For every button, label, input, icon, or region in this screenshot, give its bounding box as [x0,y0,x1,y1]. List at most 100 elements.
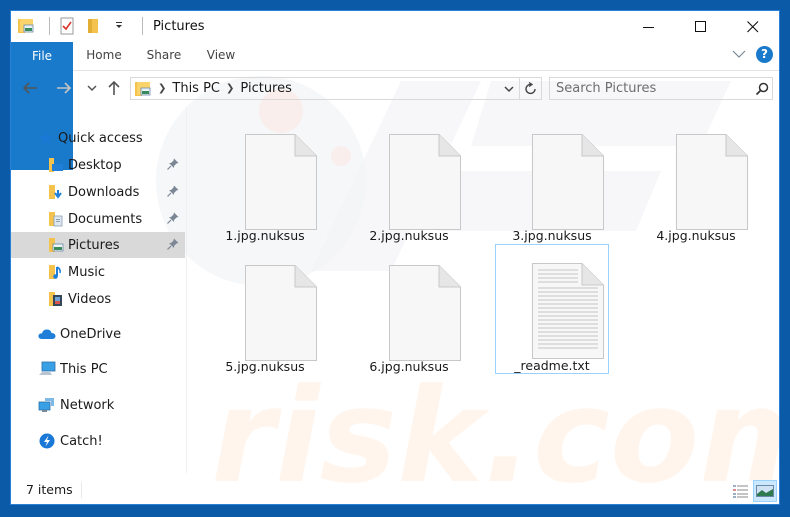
breadcrumb-this-pc[interactable]: This PC [172,81,220,96]
nav-item-label: Pictures [68,237,120,253]
nav-item-pictures[interactable]: Pictures [11,232,185,258]
pictures-folder-icon [17,17,35,35]
nav-item-label: Downloads [68,184,140,200]
onedrive-icon [38,326,56,342]
nav-item-label: Network [60,397,115,413]
file-item[interactable]: 5.jpg.nuksus [208,252,322,380]
star-icon [38,130,54,146]
maximize-button[interactable] [675,11,727,42]
pin-icon[interactable] [167,212,179,228]
recent-locations-button[interactable] [81,77,103,99]
file-item[interactable]: 6.jpg.nuksus [352,252,466,380]
customize-toolbar-dropdown[interactable] [110,17,128,35]
nav-item-label: Catch! [60,433,103,449]
blank-file-icon [245,265,317,361]
minimize-icon [643,26,654,28]
file-name: 1.jpg.nuksus [225,228,305,243]
nav-item-this-pc[interactable]: This PC [11,356,185,382]
nav-item-label: Documents [68,211,143,227]
nav-item-desktop[interactable]: Desktop [11,152,185,178]
title-bar: Pictures [11,11,779,42]
close-icon [747,20,759,32]
file-name: _readme.txt [514,358,590,373]
nav-quick-access[interactable]: Quick access [11,125,185,151]
chevron-down-icon [504,85,514,92]
nav-item-catch[interactable]: Catch! [11,428,185,454]
blank-file-icon [389,134,461,230]
address-dropdown-button[interactable] [499,78,519,99]
text-file-icon [532,263,604,359]
pin-icon[interactable] [167,185,179,201]
tab-home[interactable]: Home [77,42,131,69]
forward-button[interactable] [53,77,75,99]
catch-icon [38,433,56,449]
pin-icon[interactable] [167,158,179,174]
breadcrumb-pictures[interactable]: Pictures [240,81,291,96]
details-view-icon [733,485,748,498]
nav-item-documents[interactable]: Documents [11,206,185,232]
explorer-window: risk.com Pictures File Home Share View ?… [10,10,780,505]
status-bar: 7 items [11,476,779,504]
nav-item-label: Videos [68,291,112,307]
pictures-folder-icon [48,237,64,253]
blank-file-icon [245,134,317,230]
blank-file-icon [389,265,461,361]
close-button[interactable] [727,11,779,42]
file-item[interactable]: 1.jpg.nuksus [208,121,322,249]
file-name: 3.jpg.nuksus [512,228,592,243]
arrow-up-icon [108,80,120,95]
toolbar-separator [49,17,50,35]
navigation-bar: ❯ This PC ❯ Pictures [11,73,779,103]
nav-item-label: OneDrive [60,326,122,342]
item-count: 7 items [26,482,73,497]
file-name: 5.jpg.nuksus [225,359,305,374]
chevron-down-icon [732,50,746,58]
expand-ribbon-button[interactable] [732,48,746,62]
file-name: 4.jpg.nuksus [656,228,736,243]
network-icon [38,397,56,413]
videos-folder-icon [48,291,64,307]
search-input[interactable] [556,81,752,96]
documents-folder-icon [48,211,64,227]
ribbon-right-controls: ? [732,46,773,63]
window-title: Pictures [153,18,205,34]
quick-access-toolbar: Pictures [17,15,204,37]
nav-item-network[interactable]: Network [11,392,185,418]
new-folder-icon[interactable] [84,17,102,35]
minimize-button[interactable] [623,11,675,42]
nav-item-downloads[interactable]: Downloads [11,179,185,205]
this-pc-icon [38,361,56,377]
toolbar-separator [142,17,143,35]
downloads-folder-icon [48,184,64,200]
file-item[interactable]: 4.jpg.nuksus [639,121,753,249]
file-name: 6.jpg.nuksus [369,359,449,374]
file-item[interactable]: 2.jpg.nuksus [352,121,466,249]
file-list: 1.jpg.nuksus 2.jpg.nuksus 3.jpg.nuksus 4… [188,107,779,473]
address-bar[interactable]: ❯ This PC ❯ Pictures [130,77,542,100]
refresh-button[interactable] [519,78,541,99]
properties-icon[interactable] [58,17,76,35]
help-button[interactable]: ? [756,46,773,63]
ribbon-tabs: File Home Share View ? [11,42,779,170]
file-name: 2.jpg.nuksus [369,228,449,243]
tab-share[interactable]: Share [139,42,189,69]
file-item-selected[interactable]: _readme.txt [495,244,609,374]
pin-icon[interactable] [167,238,179,254]
large-icons-view-icon [756,485,774,497]
nav-item-label: Quick access [58,130,143,146]
window-controls [623,11,779,42]
file-item[interactable]: 3.jpg.nuksus [495,121,609,249]
back-button[interactable] [19,77,41,99]
up-button[interactable] [103,77,125,99]
large-icons-view-button[interactable] [753,480,777,502]
nav-item-music[interactable]: Music [11,259,185,285]
arrow-left-icon [22,82,37,94]
refresh-icon [524,81,536,94]
nav-item-onedrive[interactable]: OneDrive [11,321,185,347]
search-icon[interactable] [752,82,772,96]
details-view-button[interactable] [729,480,753,502]
blank-file-icon [676,134,748,230]
nav-item-videos[interactable]: Videos [11,286,185,312]
breadcrumb: ❯ This PC ❯ Pictures [131,78,499,99]
tab-view[interactable]: View [199,42,243,69]
